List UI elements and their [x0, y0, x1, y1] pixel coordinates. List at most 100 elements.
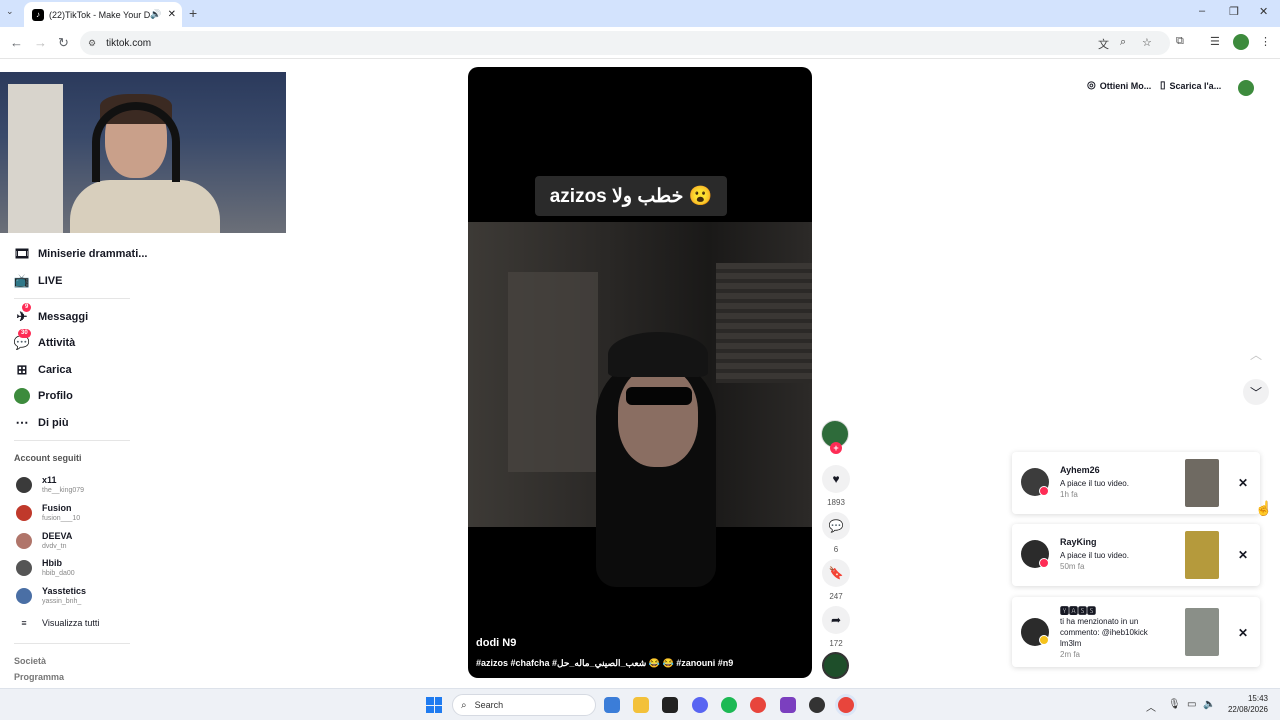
- notification-message: A piace il tuo video.: [1060, 551, 1129, 560]
- back-icon[interactable]: ←: [10, 35, 23, 50]
- minimize-button[interactable]: –: [1199, 5, 1205, 17]
- close-icon[interactable]: ✕: [1238, 476, 1248, 490]
- more-icon: ⋯: [15, 415, 29, 430]
- notification-card[interactable]: Ayhem26 A piace il tuo video. 1h fa ✕: [1012, 452, 1260, 514]
- tray-chevron-up-icon[interactable]: ︿: [1146, 699, 1156, 714]
- avatar: [16, 505, 32, 521]
- windows-start-icon[interactable]: [426, 697, 442, 713]
- microphone-icon[interactable]: 🎙: [1168, 699, 1181, 710]
- sidebar-item-miniseries[interactable]: 🎞 Miniserie drammati...: [14, 246, 148, 262]
- music-disc-icon[interactable]: [822, 652, 849, 679]
- site-info-icon[interactable]: ⚙: [88, 38, 96, 49]
- comment-count: 6: [833, 545, 839, 554]
- sidebar-item-live[interactable]: 📺 LIVE: [14, 273, 63, 289]
- sidebar-item-messages[interactable]: ✈ 9 Messaggi: [14, 303, 88, 325]
- account-handle: fusion___10: [42, 515, 81, 522]
- store-icon[interactable]: [604, 697, 620, 713]
- spotify-icon[interactable]: [721, 697, 737, 713]
- inbox-icon: 💬 30: [13, 329, 31, 350]
- sidebar-item-more[interactable]: ⋯ Di più: [14, 415, 69, 431]
- see-all-link[interactable]: ≡ Visualizza tutti: [16, 618, 99, 628]
- follow-button[interactable]: +: [830, 442, 842, 454]
- avatar: [16, 588, 32, 604]
- sidebar-item-activity[interactable]: 💬 30 Attività: [13, 329, 76, 351]
- video-player[interactable]: azizos خطب ولا 😮 dodi N9 #azizos #chafch…: [468, 67, 812, 678]
- avatar: [14, 388, 30, 404]
- bookmark-star-icon[interactable]: ☆: [1142, 36, 1152, 49]
- network-icon[interactable]: ▭: [1187, 699, 1196, 710]
- notification-name: RayKing: [1060, 537, 1097, 547]
- footer-link-program[interactable]: Programma: [14, 672, 64, 682]
- notification-card[interactable]: RayKing A piace il tuo video. 50m fa ✕: [1012, 524, 1260, 586]
- like-button[interactable]: ♥ 1893: [821, 465, 851, 507]
- notification-time: 50m fa: [1060, 562, 1085, 571]
- notification-message: A piace il tuo video.: [1060, 479, 1129, 488]
- download-app-button[interactable]: ▯ Scarica l'a...: [1160, 80, 1221, 91]
- reload-icon[interactable]: ↻: [58, 35, 69, 51]
- sidebar-item-upload[interactable]: ⊞ Carica: [14, 362, 72, 378]
- heart-badge-icon: [1039, 558, 1049, 568]
- obs-icon[interactable]: [809, 697, 825, 713]
- notification-time: 1h fa: [1060, 490, 1078, 499]
- mouse-cursor-icon: ☝: [1255, 500, 1273, 516]
- following-account[interactable]: Fusion fusion___10: [16, 503, 80, 523]
- forward-icon[interactable]: →: [34, 35, 47, 50]
- browser-tab[interactable]: ♪ (22)TikTok - Make Your Day 🔊 ✕: [24, 2, 182, 27]
- notification-thumbnail[interactable]: [1185, 531, 1219, 579]
- speaker-icon[interactable]: 🔊: [150, 9, 161, 20]
- browser-menu-icon[interactable]: ⋮: [1260, 35, 1271, 48]
- close-window-button[interactable]: ✕: [1259, 5, 1268, 18]
- notification-message: ti ha menzionato in un commento: @iheb10…: [1060, 617, 1148, 648]
- avatar: [16, 477, 32, 493]
- next-video-chevron-down-icon[interactable]: ﹀: [1243, 379, 1269, 405]
- following-account[interactable]: DEEVA dvdv_tn: [16, 531, 72, 551]
- share-button[interactable]: ➦ 172: [821, 606, 851, 648]
- notification-thumbnail[interactable]: [1185, 459, 1219, 507]
- account-name: DEEVA: [42, 531, 73, 541]
- close-icon[interactable]: ✕: [1238, 626, 1248, 640]
- previous-video-chevron-up-icon[interactable]: ︿: [1243, 341, 1269, 367]
- account-name: x11: [42, 475, 57, 485]
- translate-icon[interactable]: 文: [1098, 36, 1109, 52]
- sidebar-item-label: Attività: [38, 337, 76, 349]
- browser-tab-strip: ⌄ ♪ (22)TikTok - Make Your Day 🔊 ✕ + – ❐…: [0, 0, 1280, 27]
- chrome-active-icon[interactable]: [838, 697, 854, 713]
- discord-icon[interactable]: [692, 697, 708, 713]
- reading-list-icon[interactable]: ☰: [1210, 35, 1220, 48]
- zoom-icon[interactable]: ⌕: [1120, 36, 1126, 49]
- get-coins-button[interactable]: ◎ Ottieni Mo...: [1087, 80, 1151, 91]
- save-button[interactable]: 🔖 247: [821, 559, 851, 601]
- browser-profile-avatar[interactable]: [1233, 34, 1249, 50]
- app-icon[interactable]: [780, 697, 796, 713]
- notification-card[interactable]: 🆈🅰🆂🆂 ti ha menzionato in un commento: @i…: [1012, 597, 1260, 667]
- account-handle: dvdv_tn: [42, 543, 67, 550]
- chrome-icon[interactable]: [750, 697, 766, 713]
- comment-button[interactable]: 💬 6: [821, 512, 851, 554]
- close-icon[interactable]: ✕: [1238, 548, 1248, 562]
- volume-icon[interactable]: 🔈: [1203, 699, 1215, 710]
- restore-button[interactable]: ❐: [1229, 5, 1239, 18]
- file-explorer-icon[interactable]: [633, 697, 649, 713]
- capcut-icon[interactable]: [662, 697, 678, 713]
- video-author[interactable]: dodi N9: [476, 637, 516, 649]
- close-tab-icon[interactable]: ✕: [168, 9, 176, 20]
- clock[interactable]: 15:43 22/08/2026: [1222, 693, 1268, 715]
- following-account[interactable]: x11 the__king079: [16, 475, 84, 495]
- following-account[interactable]: Yasstetics yassin_bnh_: [16, 586, 86, 606]
- list-icon: ≡: [21, 618, 27, 628]
- webcam-person-body: [70, 180, 220, 233]
- tab-search-icon[interactable]: ⌄: [6, 6, 14, 17]
- sidebar-divider: [14, 298, 130, 299]
- url-field[interactable]: ⚙ tiktok.com 文 ⌕ ☆: [80, 31, 1170, 55]
- account-handle: the__king079: [42, 487, 85, 494]
- notification-thumbnail[interactable]: [1185, 608, 1219, 656]
- extensions-icon[interactable]: ⧉: [1176, 35, 1184, 48]
- taskbar: ⌕ Search ︿ 🎙 ▭ 🔈 15:43 22/08/2026: [0, 688, 1280, 720]
- profile-avatar[interactable]: [1238, 80, 1254, 96]
- taskbar-search-input[interactable]: ⌕ Search: [452, 694, 596, 716]
- sidebar-item-profile[interactable]: Profilo: [14, 388, 73, 404]
- following-account[interactable]: Hbib hbib_da00: [16, 558, 75, 578]
- footer-link-company[interactable]: Società: [14, 656, 46, 666]
- video-description: #azizos #chafcha #شعب_الصيني_ماله_حل 😂 😂…: [476, 658, 734, 668]
- new-tab-button[interactable]: +: [189, 5, 197, 21]
